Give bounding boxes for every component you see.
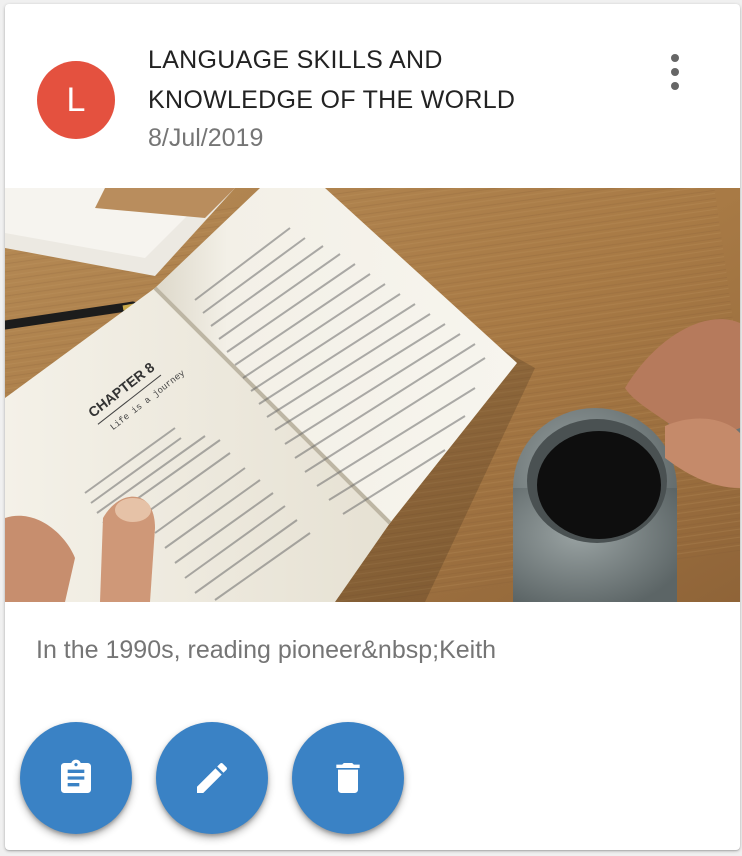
delete-icon (336, 763, 360, 793)
card-date: 8/Jul/2019 (148, 124, 264, 152)
edit-icon (197, 762, 228, 793)
more-options-button[interactable] (657, 48, 693, 96)
post-card: L LANGUAGE SKILLS AND KNOWLEDGE OF THE W… (5, 4, 740, 850)
delete-button[interactable] (292, 722, 404, 834)
card-excerpt: In the 1990s, reading pioneer&nbsp;Keith (36, 636, 497, 664)
card-title: LANGUAGE SKILLS AND KNOWLEDGE OF THE WOR… (148, 40, 568, 120)
view-details-button[interactable] (20, 722, 132, 834)
clipboard-icon (61, 759, 91, 793)
edit-button[interactable] (156, 722, 268, 834)
avatar: L (37, 61, 115, 139)
card-title-line-2: KNOWLEDGE OF THE WORLD (148, 86, 516, 114)
card-title-line-1: LANGUAGE SKILLS AND (148, 46, 443, 74)
more-vert-icon (671, 54, 679, 90)
card-media-image: CHAPTER 8 Life is a journey (5, 188, 740, 602)
card-header: L LANGUAGE SKILLS AND KNOWLEDGE OF THE W… (5, 4, 740, 188)
